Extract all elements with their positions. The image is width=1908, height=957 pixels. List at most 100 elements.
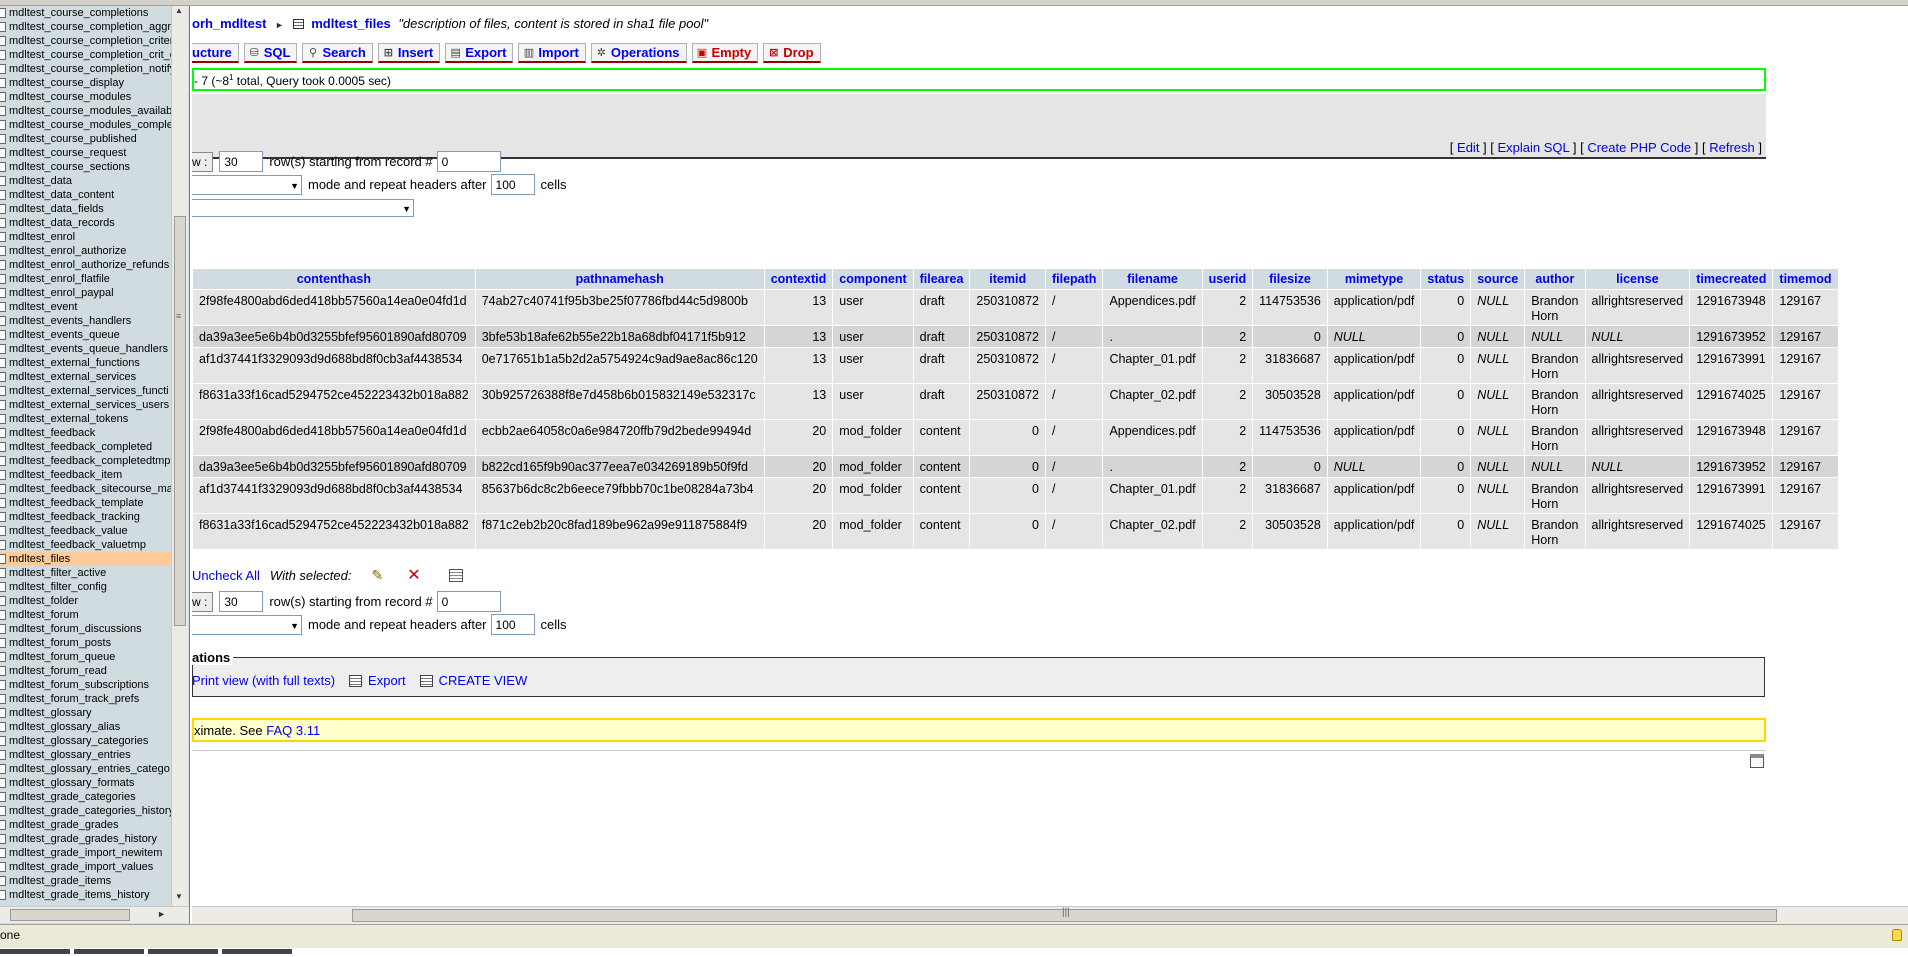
sidebar-table-name[interactable]: mdltest_enrol_paypal: [9, 286, 114, 300]
table-row[interactable]: af1d37441f3329093d9d688bd8f0cb3af4438534…: [193, 348, 1838, 383]
sidebar-table-item[interactable]: mdltest_feedback_template: [0, 496, 171, 510]
sidebar-table-item[interactable]: mdltest_glossary_alias: [0, 720, 171, 734]
table-row[interactable]: 2f98fe4800abd6ded418bb57560a14ea0e04fd1d…: [193, 420, 1838, 455]
sidebar-table-item[interactable]: mdltest_files: [0, 552, 171, 566]
column-header-filename[interactable]: filename: [1103, 269, 1202, 289]
sidebar-table-item[interactable]: mdltest_forum_read: [0, 664, 171, 678]
sidebar-table-name[interactable]: mdltest_enrol_flatfile: [9, 272, 110, 286]
table-row[interactable]: f8631a33f16cad5294752ce452223432b018a882…: [193, 384, 1838, 419]
sidebar-table-item[interactable]: mdltest_external_services_users: [0, 398, 171, 412]
sidebar-table-name[interactable]: mdltest_grade_grades_history: [9, 832, 157, 846]
sidebar-table-name[interactable]: mdltest_course_completion_criter: [9, 34, 171, 48]
sidebar-table-name[interactable]: mdltest_enrol_authorize_refunds: [9, 258, 169, 272]
print-icon[interactable]: [1750, 754, 1764, 768]
sidebar-table-name[interactable]: mdltest_feedback_tracking: [9, 510, 140, 524]
sidebar-table-name[interactable]: mdltest_forum_discussions: [9, 622, 142, 636]
sidebar-table-name[interactable]: mdltest_grade_categories_history: [9, 804, 171, 818]
sidebar-table-name[interactable]: mdltest_feedback_valuetmp: [9, 538, 146, 552]
table-icon[interactable]: [0, 540, 6, 550]
sidebar-table-name[interactable]: mdltest_course_completion_notify: [9, 62, 171, 76]
sidebar-table-item[interactable]: mdltest_forum: [0, 608, 171, 622]
sidebar-table-item[interactable]: mdltest_forum_track_prefs: [0, 692, 171, 706]
table-row[interactable]: af1d37441f3329093d9d688bd8f0cb3af4438534…: [193, 478, 1838, 513]
sidebar-table-name[interactable]: mdltest_glossary_categories: [9, 734, 148, 748]
export-link[interactable]: Export: [368, 673, 406, 688]
table-row[interactable]: da39a3ee5e6b4b0d3255bfef95601890afd80709…: [193, 456, 1838, 477]
table-icon[interactable]: [0, 288, 6, 298]
scrollbar-thumb[interactable]: [174, 216, 186, 626]
sidebar-table-item[interactable]: mdltest_course_published: [0, 132, 171, 146]
table-icon[interactable]: [0, 652, 6, 662]
breadcrumb-database-link[interactable]: orh_mdltest: [192, 16, 266, 31]
scroll-right-arrow-icon[interactable]: ►: [157, 909, 166, 919]
sidebar-table-name[interactable]: mdltest_feedback: [9, 426, 95, 440]
table-icon[interactable]: [0, 624, 6, 634]
table-icon[interactable]: [0, 358, 6, 368]
table-icon[interactable]: [0, 162, 6, 172]
table-icon[interactable]: [0, 302, 6, 312]
sidebar-table-item[interactable]: mdltest_feedback_valuetmp: [0, 538, 171, 552]
table-icon[interactable]: [0, 764, 6, 774]
sidebar-table-item[interactable]: mdltest_glossary_categories: [0, 734, 171, 748]
sidebar-table-name[interactable]: mdltest_glossary: [9, 706, 92, 720]
sidebar-table-name[interactable]: mdltest_glossary_formats: [9, 776, 134, 790]
table-icon[interactable]: [0, 134, 6, 144]
sidebar-table-item[interactable]: mdltest_enrol: [0, 230, 171, 244]
sidebar-table-item[interactable]: mdltest_course_completion_crit_c: [0, 48, 171, 62]
refresh-link[interactable]: Refresh: [1709, 140, 1755, 155]
export-icon[interactable]: [349, 674, 363, 687]
sidebar-table-item[interactable]: mdltest_glossary_entries_catego: [0, 762, 171, 776]
sidebar-table-name[interactable]: mdltest_course_modules_availab: [9, 104, 171, 118]
table-icon[interactable]: [0, 694, 6, 704]
sidebar-table-name[interactable]: mdltest_feedback_template: [9, 496, 144, 510]
table-icon[interactable]: [0, 568, 6, 578]
sidebar-table-item[interactable]: mdltest_course_modules_availab: [0, 104, 171, 118]
tab-empty[interactable]: ▣ Empty: [691, 43, 759, 63]
sidebar-table-item[interactable]: mdltest_grade_categories_history: [0, 804, 171, 818]
sidebar-table-name[interactable]: mdltest_course_completion_crit_c: [9, 48, 171, 62]
column-header-filepath[interactable]: filepath: [1045, 269, 1103, 289]
sidebar-table-item[interactable]: mdltest_forum_subscriptions: [0, 678, 171, 692]
sidebar-table-name[interactable]: mdltest_data: [9, 174, 72, 188]
sidebar-table-name[interactable]: mdltest_course_completion_aggr_: [9, 20, 171, 34]
sidebar-table-name[interactable]: mdltest_feedback_completed: [9, 440, 152, 454]
create-php-code-link[interactable]: Create PHP Code: [1587, 140, 1691, 155]
table-icon[interactable]: [0, 92, 6, 102]
table-icon[interactable]: [0, 148, 6, 158]
sidebar-table-item[interactable]: mdltest_enrol_authorize_refunds: [0, 258, 171, 272]
sidebar-table-name[interactable]: mdltest_feedback_completedtmp: [9, 454, 170, 468]
sidebar-table-item[interactable]: mdltest_feedback_item: [0, 468, 171, 482]
sidebar-table-item[interactable]: mdltest_glossary_formats: [0, 776, 171, 790]
sidebar-table-name[interactable]: mdltest_events_queue: [9, 328, 120, 342]
table-icon[interactable]: [0, 372, 6, 382]
sidebar-table-name[interactable]: mdltest_data_content: [9, 188, 114, 202]
sidebar-table-item[interactable]: mdltest_external_services_functi: [0, 384, 171, 398]
sidebar-table-item[interactable]: mdltest_course_completion_criter: [0, 34, 171, 48]
faq-link[interactable]: FAQ 3.11: [266, 723, 320, 738]
start-record-input[interactable]: [436, 591, 501, 612]
sidebar-table-item[interactable]: mdltest_grade_categories: [0, 790, 171, 804]
sidebar-table-item[interactable]: mdltest_feedback_sitecourse_ma: [0, 482, 171, 496]
table-icon[interactable]: [0, 820, 6, 830]
sidebar-table-name[interactable]: mdltest_grade_grades: [9, 818, 118, 832]
table-icon[interactable]: [0, 750, 6, 760]
tab-search[interactable]: ⚲ Search: [302, 43, 373, 63]
column-header-itemid[interactable]: itemid: [970, 269, 1045, 289]
sidebar-table-item[interactable]: mdltest_enrol_paypal: [0, 286, 171, 300]
edit-sql-link[interactable]: Edit: [1457, 140, 1479, 155]
table-icon[interactable]: [0, 456, 6, 466]
sidebar-table-name[interactable]: mdltest_grade_categories: [9, 790, 136, 804]
sidebar-table-item[interactable]: mdltest_feedback_tracking: [0, 510, 171, 524]
sidebar-table-item[interactable]: mdltest_grade_grades: [0, 818, 171, 832]
sidebar-table-item[interactable]: mdltest_data_records: [0, 216, 171, 230]
sidebar-table-name[interactable]: mdltest_forum_posts: [9, 636, 111, 650]
table-icon[interactable]: [0, 400, 6, 410]
create-view-icon[interactable]: [419, 674, 433, 687]
show-button[interactable]: w :: [192, 151, 214, 172]
column-header-timemod[interactable]: timemod: [1773, 269, 1838, 289]
sidebar-table-item[interactable]: mdltest_events_handlers: [0, 314, 171, 328]
sidebar-table-item[interactable]: mdltest_course_modules_comple: [0, 118, 171, 132]
sidebar-table-name[interactable]: mdltest_forum_queue: [9, 650, 115, 664]
sidebar-table-item[interactable]: mdltest_external_services: [0, 370, 171, 384]
tab-export[interactable]: ▤ Export: [445, 43, 514, 63]
